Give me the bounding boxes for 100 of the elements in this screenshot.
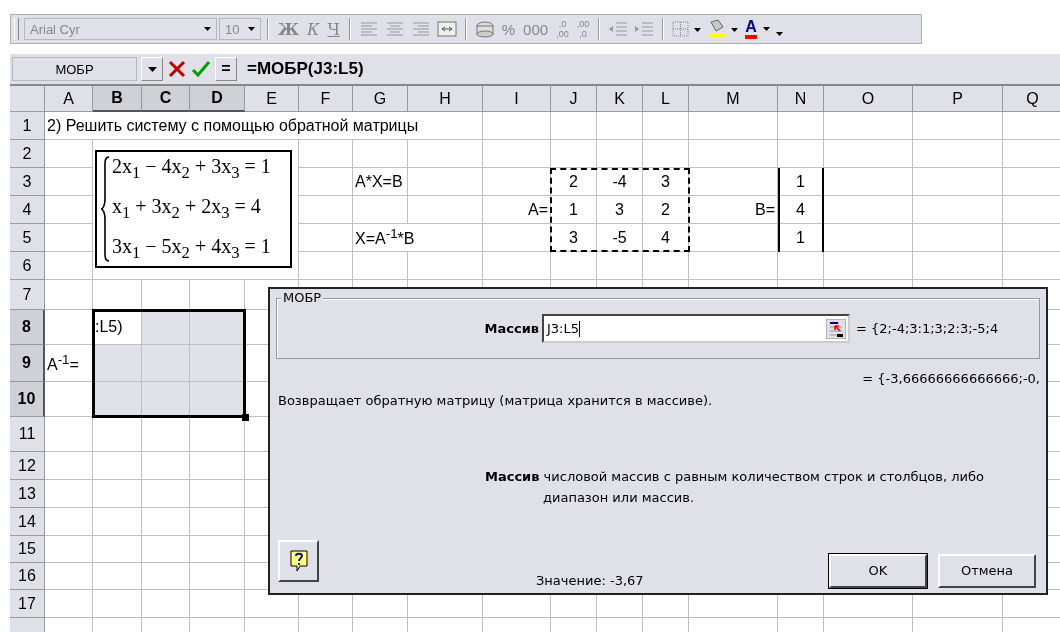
sheet-cell[interactable]: 4 bbox=[778, 196, 824, 224]
column-header[interactable]: Q bbox=[1003, 86, 1060, 112]
column-header[interactable]: J bbox=[551, 86, 597, 112]
sheet-cell[interactable] bbox=[778, 140, 824, 168]
sheet-cell[interactable] bbox=[597, 140, 643, 168]
sheet-cell[interactable] bbox=[190, 563, 245, 590]
sheet-cell[interactable]: -4 bbox=[597, 168, 643, 196]
argument-field[interactable]: J3:L5 bbox=[542, 314, 850, 343]
formula-text[interactable]: =МОБР(J3:L5) bbox=[247, 59, 364, 79]
sheet-cell[interactable]: -5 bbox=[597, 224, 643, 252]
sheet-cell[interactable] bbox=[45, 417, 93, 452]
column-header[interactable]: K bbox=[597, 86, 643, 112]
selected-cell[interactable] bbox=[190, 382, 245, 417]
select-all-corner[interactable] bbox=[10, 86, 45, 112]
sheet-cell[interactable] bbox=[190, 452, 245, 480]
check-icon[interactable] bbox=[191, 59, 211, 79]
sheet-cell[interactable] bbox=[45, 480, 93, 508]
row-header[interactable]: 12 bbox=[10, 452, 45, 480]
column-header[interactable]: C bbox=[142, 86, 190, 112]
sheet-cell[interactable] bbox=[45, 280, 93, 310]
selected-cell[interactable] bbox=[190, 310, 245, 345]
sheet-cell[interactable] bbox=[190, 480, 245, 508]
row-header[interactable]: 17 bbox=[10, 590, 45, 618]
sheet-cell[interactable] bbox=[353, 140, 408, 168]
collapse-dialog-icon[interactable] bbox=[826, 319, 846, 339]
selected-cell[interactable] bbox=[190, 345, 245, 382]
sheet-cell[interactable]: 4 bbox=[643, 224, 689, 252]
column-header[interactable]: I bbox=[483, 86, 551, 112]
sheet-cell[interactable] bbox=[913, 196, 1003, 224]
sheet-cell[interactable] bbox=[643, 252, 689, 280]
fill-handle[interactable] bbox=[242, 414, 249, 421]
sheet-cell[interactable] bbox=[93, 508, 142, 536]
sheet-cell[interactable] bbox=[45, 224, 93, 252]
sheet-cell[interactable] bbox=[689, 224, 778, 252]
ok-button[interactable]: OK bbox=[829, 553, 927, 588]
sheet-cell[interactable] bbox=[142, 508, 190, 536]
sheet-cell[interactable] bbox=[142, 480, 190, 508]
row-header[interactable]: 15 bbox=[10, 536, 45, 563]
sheet-cell[interactable] bbox=[142, 590, 190, 618]
row-header[interactable]: 1 bbox=[10, 112, 45, 140]
sheet-cell[interactable]: 3 bbox=[597, 196, 643, 224]
sheet-cell[interactable] bbox=[142, 563, 190, 590]
sheet-cell[interactable] bbox=[913, 224, 1003, 252]
selected-cell[interactable] bbox=[142, 310, 190, 345]
sheet-cell[interactable]: 3 bbox=[551, 224, 597, 252]
help-button[interactable] bbox=[278, 539, 319, 582]
row-header[interactable]: 5 bbox=[10, 224, 45, 252]
sheet-cell[interactable] bbox=[299, 196, 353, 224]
row-header[interactable]: 14 bbox=[10, 508, 45, 536]
sheet-cell[interactable]: 1 bbox=[778, 168, 824, 196]
sheet-cell[interactable] bbox=[689, 168, 778, 196]
row-header[interactable]: 9 bbox=[10, 345, 45, 382]
sheet-cell[interactable] bbox=[45, 452, 93, 480]
sheet-cell[interactable] bbox=[597, 252, 643, 280]
sheet-cell[interactable] bbox=[45, 168, 93, 196]
column-header[interactable]: E bbox=[245, 86, 299, 112]
sheet-cell[interactable] bbox=[353, 196, 408, 224]
sheet-cell[interactable] bbox=[408, 196, 483, 224]
sheet-cell[interactable] bbox=[408, 140, 483, 168]
cancel-button[interactable]: Отмена bbox=[938, 553, 1036, 588]
sheet-cell[interactable] bbox=[45, 563, 93, 590]
cancel-icon[interactable] bbox=[167, 59, 187, 79]
sheet-cell[interactable] bbox=[689, 252, 778, 280]
column-header[interactable]: L bbox=[643, 86, 689, 112]
row-header[interactable]: 2 bbox=[10, 140, 45, 168]
sheet-cell[interactable] bbox=[597, 112, 643, 140]
row-header[interactable]: 16 bbox=[10, 563, 45, 590]
sheet-cell[interactable]: 3 bbox=[643, 168, 689, 196]
column-header[interactable]: F bbox=[299, 86, 353, 112]
sheet-cell[interactable] bbox=[551, 112, 597, 140]
sheet-cell[interactable]: X=A$^{-1}$*B bbox=[353, 224, 483, 252]
sheet-cell[interactable] bbox=[689, 112, 778, 140]
sheet-cell[interactable] bbox=[551, 252, 597, 280]
column-header[interactable]: A bbox=[45, 86, 93, 112]
sheet-cell[interactable] bbox=[913, 140, 1003, 168]
sheet-cell[interactable] bbox=[45, 590, 93, 618]
sheet-cell[interactable] bbox=[142, 536, 190, 563]
merge-center-icon[interactable] bbox=[434, 18, 459, 40]
sheet-cell[interactable] bbox=[824, 252, 913, 280]
sheet-cell[interactable] bbox=[45, 196, 93, 224]
fill-color-icon[interactable] bbox=[706, 18, 741, 40]
column-header[interactable]: B bbox=[93, 86, 142, 112]
sheet-cell[interactable] bbox=[299, 140, 353, 168]
sheet-cell[interactable] bbox=[190, 508, 245, 536]
sheet-cell[interactable] bbox=[689, 140, 778, 168]
sheet-cell[interactable] bbox=[299, 224, 353, 252]
sheet-cell[interactable] bbox=[913, 168, 1003, 196]
sheet-cell[interactable] bbox=[643, 140, 689, 168]
sheet-cell[interactable] bbox=[299, 168, 353, 196]
sheet-cell[interactable] bbox=[483, 140, 551, 168]
sheet-cell[interactable] bbox=[93, 563, 142, 590]
column-header[interactable]: N bbox=[778, 86, 824, 112]
column-header[interactable]: G bbox=[353, 86, 408, 112]
sheet-cell[interactable] bbox=[483, 112, 551, 140]
sheet-cell[interactable] bbox=[483, 252, 551, 280]
column-header[interactable]: M bbox=[689, 86, 778, 112]
row-header[interactable]: 4 bbox=[10, 196, 45, 224]
name-box-dropdown[interactable] bbox=[141, 57, 163, 81]
sheet-cell[interactable] bbox=[824, 224, 913, 252]
sheet-cell[interactable] bbox=[643, 112, 689, 140]
